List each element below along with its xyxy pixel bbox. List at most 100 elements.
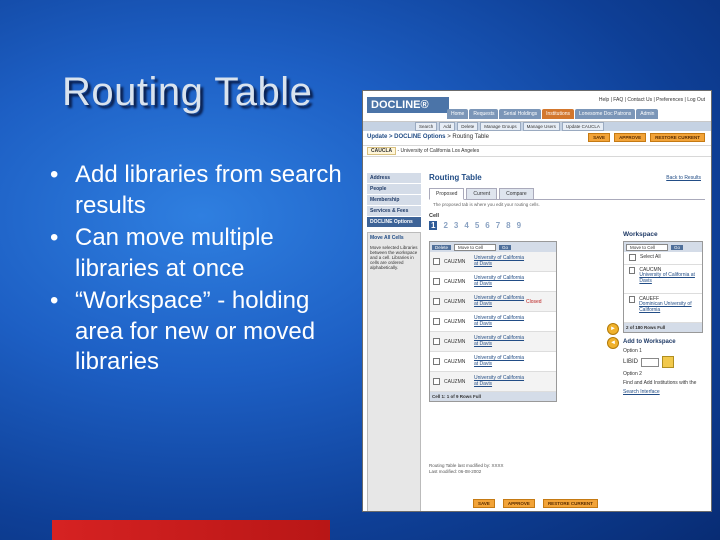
workspace-panel: Workspace Move to Cell Go Select All CAU… — [623, 173, 703, 395]
nav-tab-lonesome-doc[interactable]: Lonesome Doc Patrons — [575, 109, 636, 119]
delete-button[interactable]: Delete — [432, 244, 452, 250]
breadcrumb-path[interactable]: > DOCLINE Options — [389, 134, 446, 140]
move-left-arrow-icon[interactable]: ◄ — [607, 337, 619, 349]
move-to-cell-select[interactable]: Move to Cell — [454, 243, 497, 251]
library-name-link[interactable]: University of California at Davis — [474, 315, 526, 327]
move-arrows: ► ◄ — [607, 323, 619, 351]
row-checkbox[interactable] — [433, 278, 440, 285]
library-name-link[interactable]: University of California at Davis — [474, 255, 526, 267]
bullet-item: Add libraries from search results — [50, 160, 355, 221]
subnav-delete[interactable]: Delete — [457, 122, 479, 131]
library-code: CAUZMN — [444, 298, 466, 305]
cell-tab-2[interactable]: 2 — [443, 221, 447, 230]
option-2-label: Option 2 — [623, 371, 642, 377]
row-checkbox[interactable] — [433, 298, 440, 305]
move-right-arrow-icon[interactable]: ► — [607, 323, 619, 335]
workspace-library-link[interactable]: Dominican University of California — [639, 301, 700, 313]
subnav-manage-users[interactable]: Manage Users — [522, 122, 560, 131]
bottom-buttons: SAVE APPROVE RESTORE CURRENT — [473, 499, 598, 508]
row-checkbox[interactable] — [433, 318, 440, 325]
sub-nav: Search Add Delete Manage Groups Manage U… — [363, 122, 711, 131]
option-1-label: Option 1 — [623, 348, 642, 354]
row-checkbox[interactable] — [433, 258, 440, 265]
move-all-cells-link[interactable]: Move All Cells — [370, 235, 418, 241]
library-code: CAUZMN — [444, 278, 466, 285]
library-code: CAUZMN — [444, 338, 466, 345]
cell-tab-6[interactable]: 6 — [485, 221, 489, 230]
nav-tab-institutions[interactable]: Institutions — [542, 109, 575, 119]
option-2-text: Find and Add Institutions with the — [623, 380, 697, 386]
cell-tab-9[interactable]: 9 — [517, 221, 521, 230]
row-checkbox[interactable] — [433, 358, 440, 365]
search-interface-link[interactable]: Search Interface — [623, 389, 703, 395]
table-row: CAUZMN University of California at Davis — [430, 352, 556, 372]
library-status: Closed — [526, 298, 542, 305]
nav-tab-serial-holdings[interactable]: Serial Holdings — [499, 109, 542, 119]
tab-current[interactable]: Current — [466, 188, 498, 200]
sidebar-item-people[interactable]: People — [367, 184, 421, 195]
breadcrumb-current: > Routing Table — [447, 134, 489, 140]
cell-tab-7[interactable]: 7 — [496, 221, 500, 230]
go-button[interactable]: Go — [499, 244, 512, 250]
table-row: CAUZMN University of California at Davis — [430, 372, 556, 392]
library-name-link[interactable]: University of California at Davis — [474, 355, 526, 367]
bullet-item: Can move multiple libraries at once — [50, 223, 355, 284]
workspace-move-select[interactable]: Move to Cell — [626, 243, 668, 251]
cell-tab-4[interactable]: 4 — [464, 221, 468, 230]
libid-row: LIBID — [623, 356, 703, 368]
sidebar-item-membership[interactable]: Membership — [367, 195, 421, 206]
table-row: CAUZMN University of California at Davis — [430, 252, 556, 272]
select-all-checkbox[interactable] — [629, 254, 636, 261]
subnav-update[interactable]: Update CAUCLA — [561, 122, 604, 131]
cell-tab-1[interactable]: 1 — [429, 221, 438, 230]
sidebar-item-services-fees[interactable]: Services & Fees — [367, 206, 421, 217]
cell-tab-5[interactable]: 5 — [475, 221, 479, 230]
workspace-library-link[interactable]: University of California at Davis — [639, 272, 700, 284]
libid-input[interactable] — [641, 357, 660, 367]
subnav-add[interactable]: Add — [439, 122, 456, 131]
library-code: CAUZMN — [444, 258, 466, 265]
nav-tab-home[interactable]: Home — [447, 109, 469, 119]
list-item: CAUCMN University of California at Davis — [624, 265, 702, 294]
restore-current-button[interactable]: RESTORE CURRENT — [650, 133, 705, 142]
cell-tab-8[interactable]: 8 — [506, 221, 510, 230]
add-key-icon[interactable] — [662, 356, 675, 368]
top-links[interactable]: Help | FAQ | Contact Us | Preferences | … — [599, 97, 705, 103]
cell-tab-3[interactable]: 3 — [454, 221, 458, 230]
library-name-link[interactable]: University of California at Davis — [474, 275, 526, 287]
table-row: CAUZMN University of California at Davis — [430, 312, 556, 332]
workspace-go-button[interactable]: Go — [671, 244, 684, 250]
institution-name: - University of California Los Angeles — [397, 148, 480, 154]
workspace-footer: 2 of 180 Rows Full — [624, 323, 702, 332]
nav-tab-requests[interactable]: Requests — [469, 109, 499, 119]
approve-button[interactable]: APPROVE — [614, 133, 647, 142]
library-name-link[interactable]: University of California at Davis — [474, 295, 526, 307]
nav-tab-admin[interactable]: Admin — [636, 109, 659, 119]
subnav-search[interactable]: Search — [415, 122, 438, 131]
workspace-checkbox[interactable] — [629, 296, 636, 303]
sidebar-item-docline-options[interactable]: DOCLINE Options — [367, 217, 421, 228]
save-button-bottom[interactable]: SAVE — [473, 499, 495, 508]
save-button[interactable]: SAVE — [588, 133, 611, 142]
tab-compare[interactable]: Compare — [499, 188, 534, 200]
library-name-link[interactable]: University of California at Davis — [474, 335, 526, 347]
row-checkbox[interactable] — [433, 338, 440, 345]
restore-current-button-bottom[interactable]: RESTORE CURRENT — [542, 499, 598, 508]
list-item: CAUEFF Dominican University of Californi… — [624, 294, 702, 323]
table-row: CAUZMN University of California at Davis — [430, 332, 556, 352]
library-code: CAUZMN — [444, 358, 466, 365]
select-all-label: Select All — [640, 254, 661, 260]
cell-toolbar: Delete Move to Cell Go — [430, 242, 556, 252]
breadcrumb: Update > DOCLINE Options > Routing Table… — [363, 131, 711, 146]
main-nav: Home Requests Serial Holdings Institutio… — [447, 109, 659, 119]
cell-table: Delete Move to Cell Go CAUZMN University… — [429, 241, 557, 402]
library-name-link[interactable]: University of California at Davis — [474, 375, 526, 387]
workspace-checkbox[interactable] — [629, 267, 636, 274]
select-all-row: Select All — [624, 252, 702, 265]
sidebar-item-address[interactable]: Address — [367, 173, 421, 184]
row-checkbox[interactable] — [433, 378, 440, 385]
subnav-manage-groups[interactable]: Manage Groups — [480, 122, 521, 131]
tab-proposed[interactable]: Proposed — [429, 188, 465, 200]
approve-button-bottom[interactable]: APPROVE — [502, 499, 535, 508]
institution-line: CAUCLA - University of California Los An… — [363, 146, 711, 157]
